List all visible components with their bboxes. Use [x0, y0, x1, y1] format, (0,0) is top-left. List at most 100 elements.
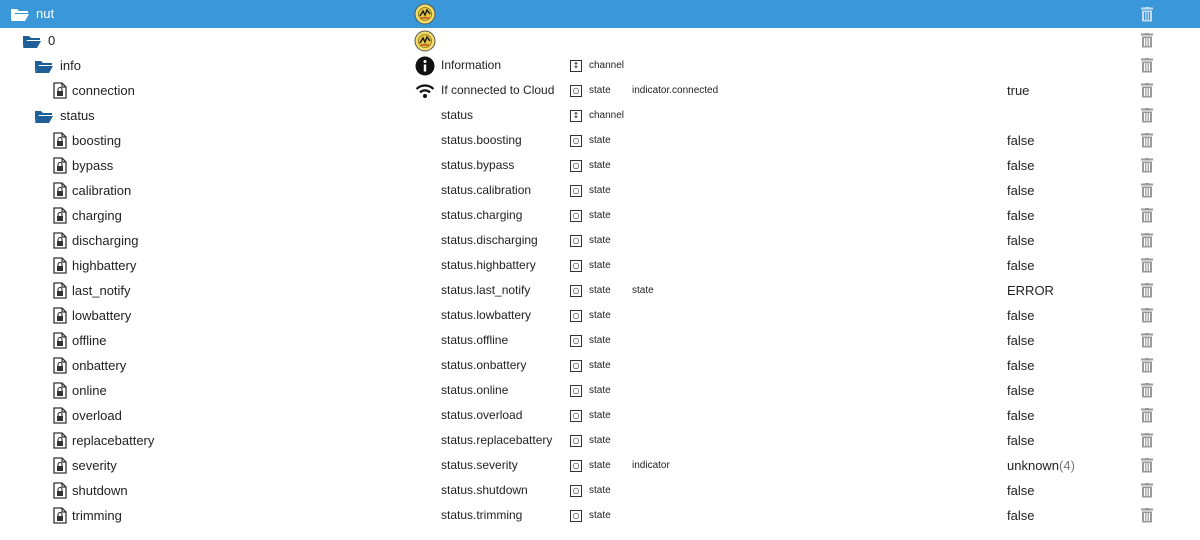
delete-icon[interactable]	[1140, 378, 1154, 403]
file-icon[interactable]	[50, 428, 70, 453]
object-value[interactable]: false	[1007, 178, 1034, 203]
file-icon[interactable]	[50, 228, 70, 253]
tree-row[interactable]: calibration status.calibration ○ state false	[0, 178, 1200, 203]
value-text: unknown	[1007, 458, 1060, 473]
file-icon[interactable]	[50, 503, 70, 528]
object-type: state	[589, 410, 611, 421]
delete-icon[interactable]	[1140, 428, 1154, 453]
object-title: status.charging	[441, 208, 523, 222]
object-value[interactable]: false	[1007, 428, 1034, 453]
object-value[interactable]: false	[1007, 253, 1034, 278]
delete-icon[interactable]	[1140, 403, 1154, 428]
file-icon[interactable]	[50, 453, 70, 478]
object-value[interactable]: true	[1007, 78, 1029, 103]
object-value[interactable]: false	[1007, 353, 1034, 378]
delete-icon[interactable]	[1140, 0, 1154, 28]
object-value[interactable]: false	[1007, 128, 1034, 153]
delete-icon[interactable]	[1140, 478, 1154, 503]
delete-icon[interactable]	[1140, 503, 1154, 528]
state-icon: ○	[570, 428, 586, 453]
object-type: state	[589, 460, 611, 471]
file-icon[interactable]	[50, 303, 70, 328]
state-icon: ○	[570, 328, 586, 353]
file-icon[interactable]	[50, 478, 70, 503]
delete-icon[interactable]	[1140, 203, 1154, 228]
file-icon[interactable]	[50, 353, 70, 378]
object-value[interactable]: false	[1007, 203, 1034, 228]
object-value[interactable]: ERROR	[1007, 278, 1054, 303]
tree-row[interactable]: replacebattery status.replacebattery ○ stat…	[0, 428, 1200, 453]
folder-open-icon[interactable]	[34, 103, 54, 128]
object-title: status.shutdown	[441, 483, 528, 497]
tree-row[interactable]: online status.online ○ state false	[0, 378, 1200, 403]
tree-row[interactable]: overload status.overload ○ state false	[0, 403, 1200, 428]
delete-icon[interactable]	[1140, 53, 1154, 78]
object-value[interactable]: false	[1007, 503, 1034, 528]
object-value[interactable]: false	[1007, 478, 1034, 503]
folder-open-icon[interactable]	[22, 28, 42, 53]
delete-icon[interactable]	[1140, 78, 1154, 103]
tree-row[interactable]: discharging status.discharging ○ state false	[0, 228, 1200, 253]
file-icon[interactable]	[50, 203, 70, 228]
tree-row[interactable]: onbattery status.onbattery ○ state false	[0, 353, 1200, 378]
file-icon[interactable]	[50, 153, 70, 178]
delete-icon[interactable]	[1140, 278, 1154, 303]
tree-row[interactable]: 0	[0, 28, 1200, 53]
folder-open-icon[interactable]	[10, 0, 30, 28]
tree-row[interactable]: charging status.charging ○ state false	[0, 203, 1200, 228]
object-type: state	[589, 360, 611, 371]
delete-icon[interactable]	[1140, 128, 1154, 153]
delete-icon[interactable]	[1140, 328, 1154, 353]
file-icon[interactable]	[50, 403, 70, 428]
tree-row[interactable]: bypass status.bypass ○ state false	[0, 153, 1200, 178]
object-value[interactable]: false	[1007, 378, 1034, 403]
tree-row[interactable]: nut	[0, 0, 1200, 28]
tree-row[interactable]: severity status.severity ○ state indicator un…	[0, 453, 1200, 478]
tree-row[interactable]: offline status.offline ○ state false	[0, 328, 1200, 353]
delete-icon[interactable]	[1140, 253, 1154, 278]
object-value[interactable]: false	[1007, 403, 1034, 428]
tree-row[interactable]: info Information ↕ channel	[0, 53, 1200, 78]
object-value[interactable]: false	[1007, 328, 1034, 353]
object-name: bypass	[72, 158, 114, 173]
delete-icon[interactable]	[1140, 153, 1154, 178]
tree-row[interactable]: last_notify status.last_notify ○ state state…	[0, 278, 1200, 303]
state-icon: ○	[570, 203, 586, 228]
file-icon[interactable]	[50, 128, 70, 153]
delete-icon[interactable]	[1140, 228, 1154, 253]
tree-row[interactable]: connection If connected to Cloud ○ state ind…	[0, 78, 1200, 103]
tree-row[interactable]: trimming status.trimming ○ state false	[0, 503, 1200, 528]
object-name: shutdown	[72, 483, 128, 498]
tree-row[interactable]: shutdown status.shutdown ○ state false	[0, 478, 1200, 503]
object-title: status.replacebattery	[441, 433, 553, 447]
delete-icon[interactable]	[1140, 103, 1154, 128]
file-icon[interactable]	[50, 178, 70, 203]
object-value[interactable]: false	[1007, 303, 1034, 328]
tree-row[interactable]: lowbattery status.lowbattery ○ state false	[0, 303, 1200, 328]
delete-icon[interactable]	[1140, 28, 1154, 53]
value-text: false	[1007, 483, 1035, 498]
delete-icon[interactable]	[1140, 303, 1154, 328]
file-icon[interactable]	[50, 378, 70, 403]
object-value[interactable]: unknown(4)	[1007, 453, 1075, 478]
object-value[interactable]: false	[1007, 153, 1034, 178]
delete-icon[interactable]	[1140, 353, 1154, 378]
file-icon[interactable]	[50, 328, 70, 353]
tree-row[interactable]: highbattery status.highbattery ○ state false	[0, 253, 1200, 278]
object-name: online	[72, 383, 107, 398]
object-value[interactable]: false	[1007, 228, 1034, 253]
file-icon[interactable]	[50, 278, 70, 303]
object-name: trimming	[72, 508, 122, 523]
delete-icon[interactable]	[1140, 178, 1154, 203]
delete-icon[interactable]	[1140, 453, 1154, 478]
object-type: state	[589, 135, 611, 146]
value-text: false	[1007, 433, 1035, 448]
tree-row[interactable]: status status ↕ channel	[0, 103, 1200, 128]
value-text: false	[1007, 408, 1035, 423]
file-icon[interactable]	[50, 253, 70, 278]
file-icon[interactable]	[50, 78, 70, 103]
state-icon: ○	[570, 478, 586, 503]
object-type: state	[589, 435, 611, 446]
tree-row[interactable]: boosting status.boosting ○ state false	[0, 128, 1200, 153]
folder-open-icon[interactable]	[34, 53, 54, 78]
